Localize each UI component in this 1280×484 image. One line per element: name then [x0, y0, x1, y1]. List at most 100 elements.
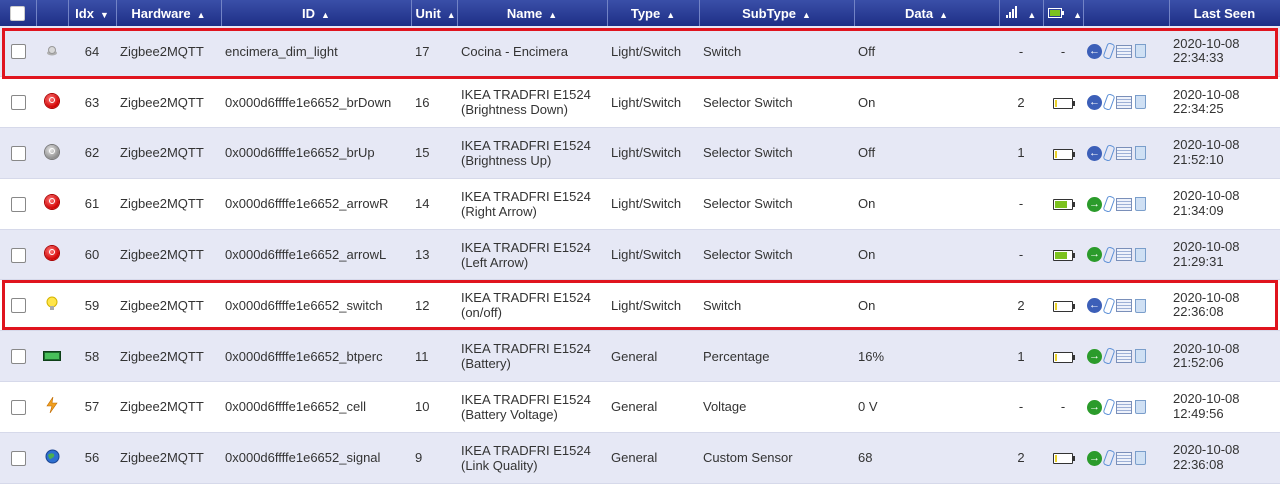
- edit-icon[interactable]: [1102, 144, 1116, 163]
- battery-level-icon: [1053, 97, 1075, 109]
- battery-cell: [1043, 127, 1083, 179]
- select-all-checkbox[interactable]: [0, 0, 37, 26]
- log-back-icon[interactable]: ←: [1087, 145, 1102, 161]
- edit-icon[interactable]: [1102, 42, 1116, 61]
- power-off-icon[interactable]: [45, 144, 59, 162]
- table-row[interactable]: 61 Zigbee2MQTT 0x000d6ffffe1e6652_arrowR 14…: [0, 178, 1280, 230]
- hardware-cell: Zigbee2MQTT: [116, 178, 221, 230]
- sort-down-icon: ▼: [99, 9, 109, 20]
- power-on-icon[interactable]: [45, 93, 59, 111]
- subtype-cell: Switch: [699, 279, 854, 332]
- table-row[interactable]: 62 Zigbee2MQTT 0x000d6ffffe1e6652_brUp 15 IK…: [0, 127, 1280, 179]
- lightbulb-icon[interactable]: [45, 296, 59, 315]
- type-cell: Light/Switch: [607, 178, 699, 230]
- delete-icon[interactable]: [1135, 298, 1146, 313]
- column-name[interactable]: Name ▲: [457, 0, 608, 26]
- log-forward-icon[interactable]: →: [1087, 450, 1102, 466]
- power-on-icon[interactable]: [45, 195, 59, 212]
- voltage-icon[interactable]: [46, 397, 58, 416]
- log-icon[interactable]: [1116, 248, 1132, 262]
- column-id[interactable]: ID ▲: [221, 0, 412, 26]
- log-icon[interactable]: [1116, 146, 1132, 160]
- row-checkbox[interactable]: [10, 146, 26, 162]
- table-row[interactable]: 59 Zigbee2MQTT 0x000d6ffffe1e6652_switch 12…: [0, 279, 1280, 332]
- column-signal[interactable]: ▲: [999, 0, 1044, 26]
- log-forward-icon[interactable]: →: [1087, 348, 1102, 364]
- table-row[interactable]: 64 Zigbee2MQTT encimera_dim_light 17 Cocina …: [0, 26, 1280, 78]
- table-row[interactable]: 63 Zigbee2MQTT 0x000d6ffffe1e6652_brDown 16…: [0, 76, 1280, 129]
- last-seen-cell: 2020-10-08 12:49:56: [1169, 381, 1280, 433]
- delete-icon[interactable]: [1135, 95, 1146, 110]
- hardware-cell: Zigbee2MQTT: [116, 229, 221, 281]
- table-row[interactable]: 58 Zigbee2MQTT 0x000d6ffffe1e6652_btperc 11…: [0, 330, 1280, 383]
- row-checkbox[interactable]: [10, 400, 26, 415]
- row-checkbox[interactable]: [10, 95, 26, 111]
- dimmer-icon[interactable]: [45, 43, 59, 60]
- type-cell: General: [607, 381, 699, 433]
- idx-cell: 61: [68, 178, 116, 230]
- sort-up-icon: ▲: [802, 9, 811, 20]
- column-subtype[interactable]: SubType ▲: [699, 0, 855, 26]
- log-forward-icon[interactable]: →: [1087, 196, 1102, 212]
- column-data[interactable]: Data ▲: [854, 0, 1000, 26]
- log-back-icon[interactable]: ←: [1087, 298, 1102, 314]
- row-checkbox[interactable]: [10, 44, 26, 60]
- edit-icon[interactable]: [1102, 296, 1116, 315]
- column-hardware[interactable]: Hardware ▲: [116, 0, 222, 26]
- signal-cell: 2: [999, 279, 1043, 332]
- column-icon: [36, 0, 69, 26]
- actions-cell: ←: [1083, 26, 1169, 78]
- data-cell: On: [854, 178, 999, 230]
- delete-icon[interactable]: [1135, 451, 1146, 466]
- sort-up-icon: ▲: [196, 9, 206, 20]
- log-icon[interactable]: [1116, 299, 1132, 313]
- log-forward-icon[interactable]: →: [1087, 399, 1102, 415]
- row-checkbox[interactable]: [10, 196, 26, 212]
- idx-cell: 60: [68, 229, 116, 281]
- log-icon[interactable]: [1116, 197, 1132, 211]
- unit-cell: 12: [411, 279, 457, 332]
- row-checkbox[interactable]: [10, 349, 26, 365]
- globe-icon[interactable]: [45, 449, 60, 467]
- column-idx[interactable]: Idx ▼: [68, 0, 117, 26]
- column-battery[interactable]: ▲: [1043, 0, 1084, 26]
- log-icon[interactable]: [1116, 451, 1132, 465]
- edit-icon[interactable]: [1102, 93, 1116, 112]
- log-icon[interactable]: [1116, 95, 1132, 109]
- signal-cell: 1: [999, 127, 1043, 179]
- delete-icon[interactable]: [1135, 349, 1146, 364]
- row-checkbox[interactable]: [10, 247, 26, 263]
- delete-icon[interactable]: [1135, 247, 1146, 262]
- column-type[interactable]: Type ▲: [607, 0, 700, 26]
- log-back-icon[interactable]: ←: [1087, 43, 1102, 59]
- row-checkbox[interactable]: [10, 298, 26, 314]
- log-icon[interactable]: [1116, 44, 1132, 58]
- hardware-cell: Zigbee2MQTT: [116, 76, 221, 129]
- log-icon[interactable]: [1116, 400, 1132, 414]
- column-unit[interactable]: Unit ▲: [411, 0, 458, 26]
- unit-cell: 15: [411, 127, 457, 179]
- table-row[interactable]: 60 Zigbee2MQTT 0x000d6ffffe1e6652_arrowL 13…: [0, 229, 1280, 281]
- log-icon[interactable]: [1116, 349, 1132, 363]
- table-row[interactable]: 57 Zigbee2MQTT 0x000d6ffffe1e6652_cell 10 IK…: [0, 381, 1280, 433]
- battery-cell: [1043, 76, 1083, 129]
- delete-icon[interactable]: [1135, 197, 1146, 212]
- row-checkbox[interactable]: [10, 450, 26, 466]
- edit-icon[interactable]: [1102, 398, 1116, 417]
- column-last-seen[interactable]: Last Seen: [1169, 0, 1280, 26]
- battery-icon: [1047, 6, 1068, 21]
- log-back-icon[interactable]: ←: [1087, 94, 1102, 110]
- percentage-icon[interactable]: [43, 349, 61, 364]
- battery-level-icon: [1053, 351, 1075, 363]
- edit-icon[interactable]: [1102, 347, 1116, 366]
- edit-icon[interactable]: [1102, 195, 1116, 213]
- subtype-cell: Selector Switch: [699, 76, 854, 129]
- edit-icon[interactable]: [1102, 245, 1116, 264]
- delete-icon[interactable]: [1135, 44, 1146, 59]
- edit-icon[interactable]: [1102, 449, 1116, 467]
- power-on-icon[interactable]: [45, 246, 59, 263]
- log-forward-icon[interactable]: →: [1087, 247, 1102, 263]
- table-row[interactable]: 56 Zigbee2MQTT 0x000d6ffffe1e6652_signal 9 I…: [0, 432, 1280, 484]
- delete-icon[interactable]: [1135, 400, 1146, 415]
- delete-icon[interactable]: [1135, 146, 1146, 161]
